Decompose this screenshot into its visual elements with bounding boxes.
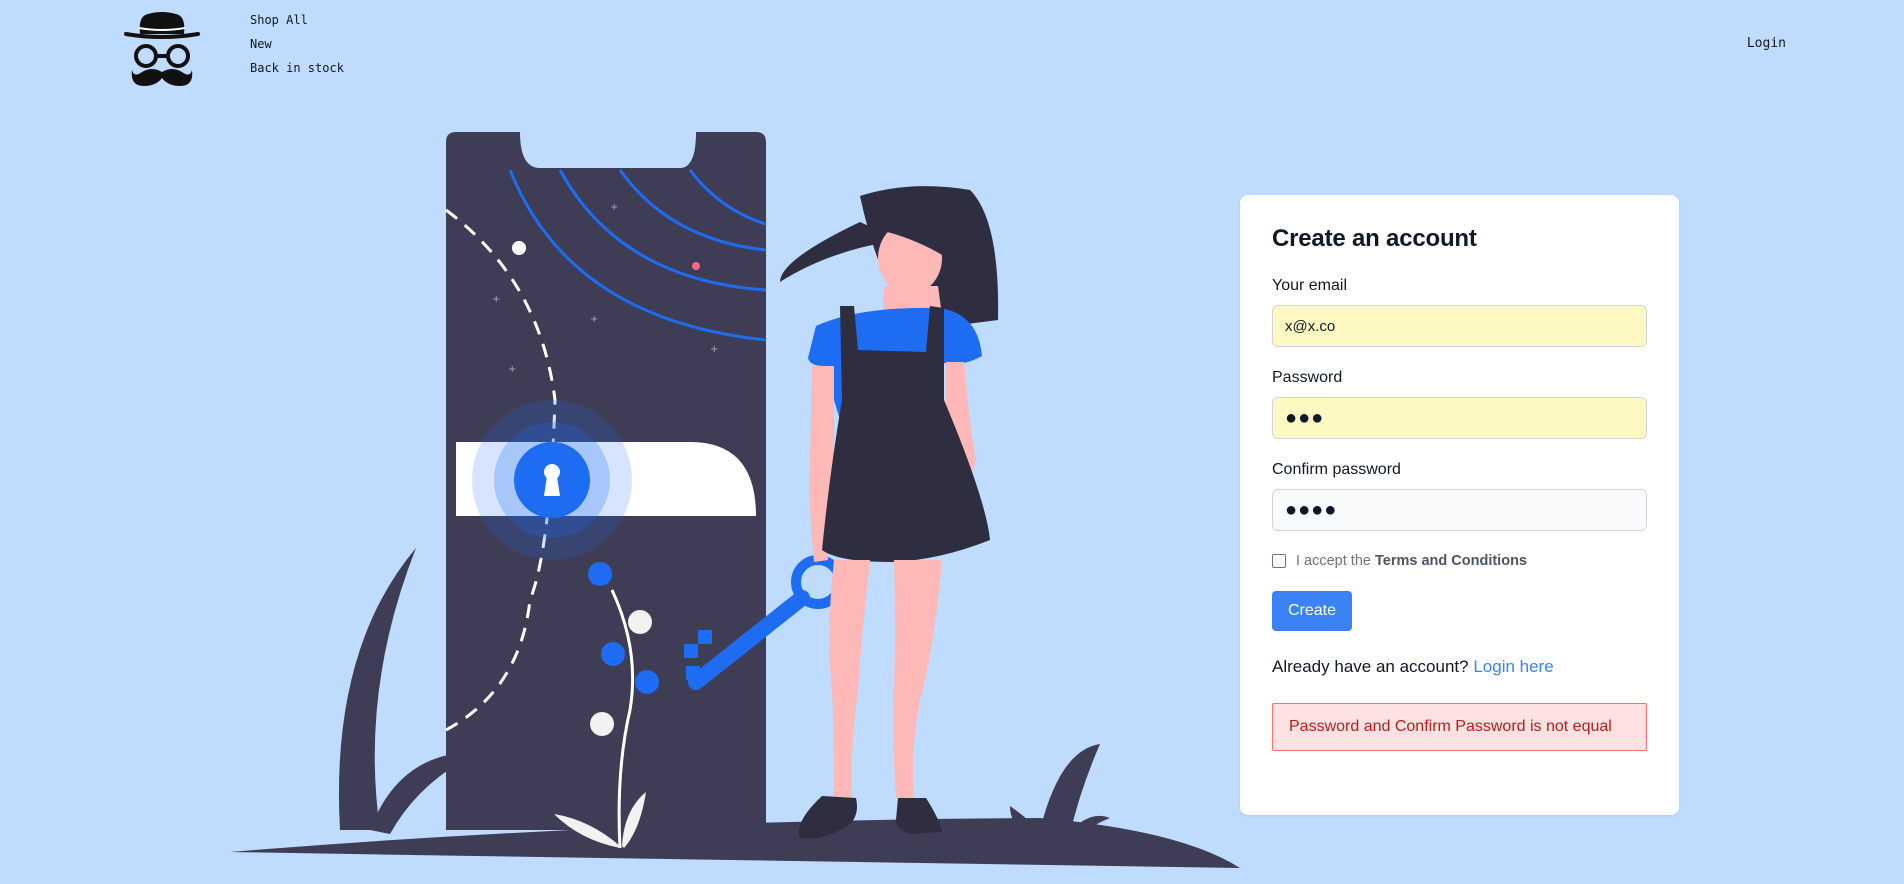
terms-checkbox[interactable] (1272, 554, 1286, 568)
password-input[interactable] (1272, 397, 1647, 439)
error-message: Password and Confirm Password is not equ… (1289, 718, 1612, 735)
error-alert: Password and Confirm Password is not equ… (1272, 703, 1647, 751)
security-illustration: + + + + + (230, 132, 1240, 868)
svg-text:+: + (492, 294, 500, 305)
confirm-password-field-group: Confirm password (1272, 461, 1647, 531)
terms-link[interactable]: Terms and Conditions (1375, 553, 1527, 569)
terms-prefix: I accept the (1296, 553, 1371, 569)
confirm-password-label: Confirm password (1272, 461, 1401, 478)
nav-item-shop-all[interactable]: Shop All (250, 12, 344, 28)
nav-item-new[interactable]: New (250, 36, 344, 52)
password-label: Password (1272, 369, 1343, 386)
login-prompt: Already have an account? Login here (1272, 657, 1647, 677)
login-prompt-text: Already have an account? (1272, 657, 1469, 676)
register-card: Create an account Your email Password Co… (1240, 195, 1679, 815)
main-nav: Shop All New Back in stock (250, 12, 344, 76)
form-title: Create an account (1272, 225, 1477, 252)
terms-row: I accept the Terms and Conditions (1272, 553, 1647, 569)
email-field-group: Your email (1272, 277, 1647, 347)
create-button[interactable]: Create (1272, 591, 1353, 631)
nav-item-back-in-stock[interactable]: Back in stock (250, 60, 344, 76)
svg-text:+: + (508, 364, 516, 375)
keyhole-icon (514, 442, 590, 518)
email-label: Your email (1272, 277, 1348, 294)
svg-text:+: + (610, 202, 618, 213)
brand-logo-icon[interactable] (124, 10, 200, 96)
login-here-link[interactable]: Login here (1473, 657, 1553, 676)
email-input[interactable] (1272, 305, 1647, 347)
header-login-link[interactable]: Login (1747, 36, 1786, 51)
password-field-group: Password (1272, 369, 1647, 439)
svg-text:+: + (590, 314, 598, 325)
confirm-password-input[interactable] (1272, 489, 1647, 531)
svg-text:+: + (710, 344, 718, 355)
terms-text: I accept the Terms and Conditions (1296, 553, 1527, 569)
